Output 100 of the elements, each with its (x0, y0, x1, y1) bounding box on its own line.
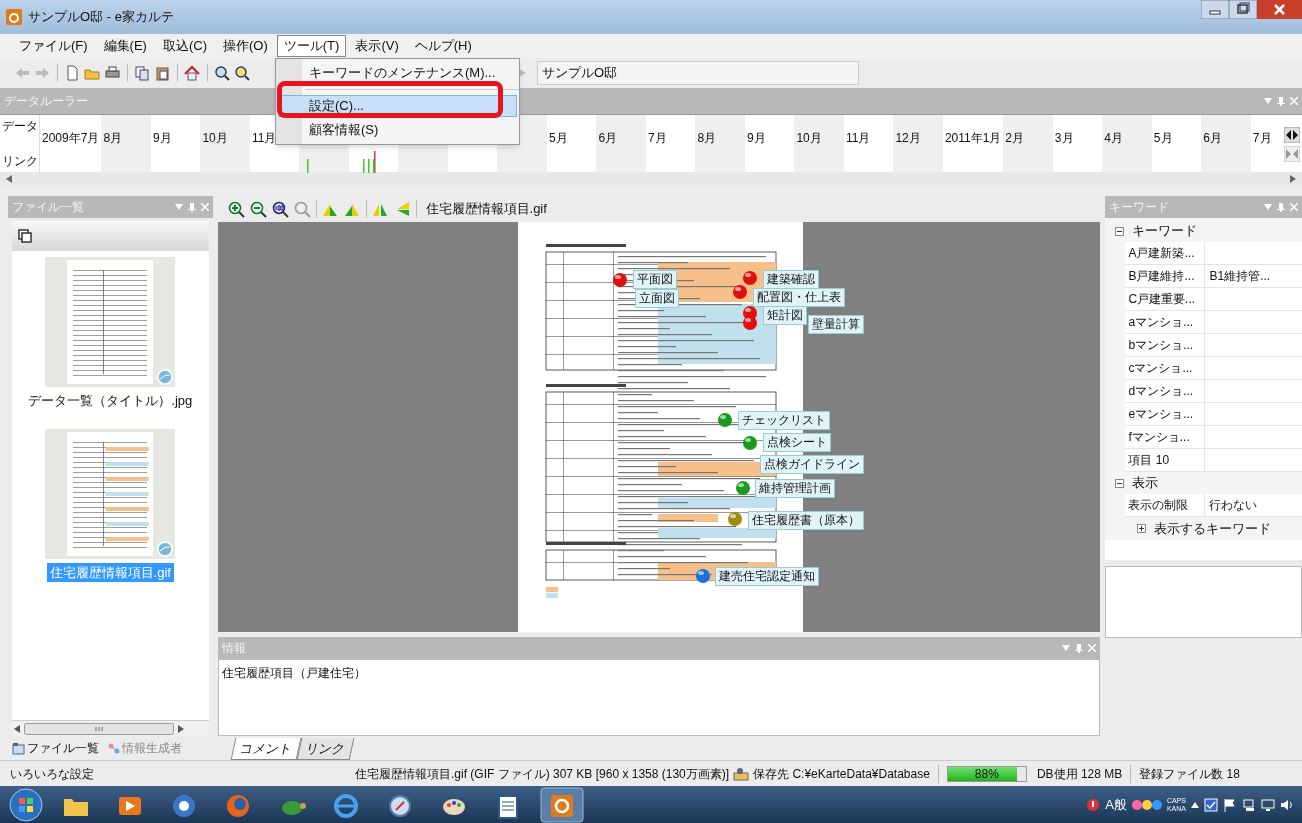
search-icon[interactable] (214, 64, 231, 82)
speaker-icon[interactable] (1280, 797, 1294, 812)
db-usage: DB使用 128 MB (1036, 764, 1132, 783)
marker-dot[interactable] (694, 568, 711, 584)
status-message: いろいろな設定 (9, 765, 95, 783)
thumbnail[interactable] (45, 257, 176, 387)
month-label: 8月 (697, 131, 717, 145)
file-info: 住宅履歴情報項目.gif (GIF ファイル) 307 KB [960 x 1358 (130万画素)] (355, 765, 730, 783)
file-name-label: 住宅履歴情報項目.gif (425, 200, 547, 219)
search-icon[interactable] (234, 64, 251, 82)
new-document-icon[interactable] (64, 64, 81, 82)
row-label: リンク (2, 153, 39, 170)
callout-label: 矩計図 (762, 306, 807, 325)
scroll-arrows-icon[interactable] (1284, 127, 1300, 143)
callout-label: チェックリスト (737, 411, 830, 430)
scroll-left-icon[interactable] (6, 175, 12, 183)
property-name: 表示の制限 (1125, 494, 1206, 516)
info-text: 住宅履歴項目（戸建住宅） (221, 666, 366, 680)
network-icon[interactable] (1242, 797, 1256, 812)
marker-dot[interactable] (741, 435, 758, 451)
marker-dot[interactable] (726, 511, 743, 527)
property-name: 項目 10 (1125, 449, 1206, 471)
bottom-tab[interactable]: リンク (296, 738, 355, 760)
menu-item[interactable]: ヘルプ(H) (407, 35, 479, 57)
panel-tab[interactable]: ファイル一覧 (12, 737, 99, 759)
property-value[interactable]: B1維持管... (1209, 267, 1271, 285)
window-title: サンプルO邸 - e家カルテ (28, 8, 174, 27)
menu-option[interactable]: キーワードのメンテナンス(M)... (278, 62, 517, 84)
app-logo-icon (6, 9, 22, 25)
menu-item[interactable]: 編集(E) (96, 35, 154, 57)
property-name: bマンショ... (1125, 334, 1206, 356)
collapse-icon[interactable] (1115, 478, 1125, 488)
group-label: 表示 (1132, 474, 1159, 493)
scrollbar-thumb[interactable] (24, 722, 174, 735)
month-label: 10月 (796, 131, 822, 145)
marker-dot[interactable] (716, 412, 733, 428)
scroll-right-icon[interactable] (178, 724, 184, 733)
thumbnail[interactable] (45, 428, 176, 559)
scroll-left-icon[interactable] (14, 724, 20, 733)
month-label: 7月 (1252, 131, 1272, 145)
up-arrow-icon[interactable] (1191, 801, 1199, 808)
zoom-actual-size-icon[interactable] (271, 200, 289, 218)
callout-label: 壁量計算 (807, 315, 864, 334)
scroll-right-icon[interactable] (1290, 175, 1296, 183)
callout-label: 立面図 (634, 289, 679, 308)
month-label: 11月 (251, 131, 277, 145)
app-logo-icon[interactable] (540, 786, 584, 823)
ime-tools-icon[interactable] (1131, 797, 1162, 812)
group-label: キーワード (1132, 222, 1198, 241)
restore-icon[interactable] (1229, 0, 1257, 19)
marker-dot[interactable] (734, 480, 751, 496)
expand-icon[interactable] (1137, 524, 1147, 533)
month-label: 2011年1月 (944, 131, 1002, 145)
marker-dot[interactable] (741, 270, 758, 286)
clipboard-icon[interactable] (154, 64, 171, 82)
property-name: fマンショ... (1125, 426, 1206, 448)
windows-icon[interactable] (18, 229, 32, 243)
property-value[interactable]: 行わない (1209, 496, 1258, 514)
info-text-area[interactable]: 住宅履歴項目（戸建住宅） (217, 659, 1101, 736)
menu-item[interactable]: 操作(O) (216, 35, 275, 57)
copy-icon[interactable] (134, 64, 151, 82)
file-count: 登録ファイル数 18 (1139, 765, 1240, 783)
callout-label: 点検シート (762, 433, 831, 452)
checkbox-icon[interactable] (1204, 797, 1218, 812)
file-name[interactable]: データ一覧（タイトル）.jpg (25, 391, 196, 411)
month-label: 5月 (548, 131, 568, 145)
flag-icon[interactable] (1223, 797, 1237, 812)
month-label: 5月 (1153, 131, 1173, 145)
zoom-in-icon[interactable] (227, 200, 245, 218)
month-label: 12月 (895, 131, 921, 145)
callout-label: 維持管理計画 (754, 479, 835, 498)
month-label: 3月 (1054, 131, 1074, 145)
monitor-icon[interactable] (1261, 797, 1275, 812)
ime-indicator[interactable]: A般 (1105, 794, 1127, 815)
month-label: 8月 (103, 131, 123, 145)
menu-item[interactable]: ファイル(F) (12, 35, 95, 57)
close-icon[interactable] (1257, 0, 1302, 19)
month-label: 10月 (202, 131, 228, 145)
menu-item[interactable]: ツール(T) (276, 35, 347, 57)
marker-dot[interactable] (741, 315, 758, 331)
month-label: 2月 (1005, 131, 1025, 145)
collapse-icon[interactable] (1115, 226, 1125, 236)
location-field[interactable]: サンプルO邸 (537, 61, 859, 85)
menu-option[interactable]: 顧客情報(S) (278, 119, 517, 141)
warning-icon[interactable] (1086, 797, 1101, 812)
month-label: 11月 (845, 131, 871, 145)
month-label: 6月 (598, 131, 618, 145)
menu-item[interactable]: 表示(V) (348, 35, 406, 57)
start-button[interactable] (8, 786, 44, 823)
save-location: 保存先 C:¥eKarteData¥Database (753, 764, 939, 783)
menu-item[interactable]: 取込(C) (155, 35, 214, 57)
bottom-tab[interactable]: コメント (230, 738, 302, 760)
row-label: データ (2, 118, 39, 135)
month-label: 6月 (1203, 131, 1223, 145)
marker-dot[interactable] (731, 284, 748, 300)
home-icon[interactable] (184, 64, 201, 82)
zoom-out-icon[interactable] (249, 200, 267, 218)
save-location-icon (733, 766, 750, 781)
marker-dot[interactable] (611, 272, 628, 288)
property-name: dマンショ... (1125, 380, 1206, 402)
